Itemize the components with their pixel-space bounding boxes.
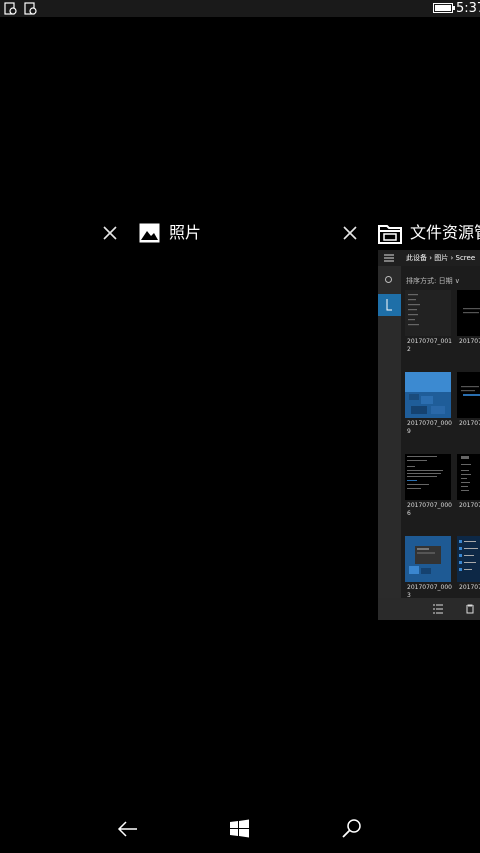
thumb-sidebar [378,266,401,620]
notification-icon [4,2,17,15]
file-caption: 2017070 5 [459,502,480,509]
thumb-command-bar [378,598,480,620]
breadcrumb: 此设备 › 图片 › Scree [406,254,476,262]
hamburger-icon [384,254,394,262]
close-app-button[interactable] [340,223,360,243]
app-title[interactable]: 照片 [169,223,201,243]
file-caption: 20170707_000 6 [407,502,452,517]
file-tile [405,536,451,582]
file-explorer-icon [378,222,402,248]
file-caption: 2017070 [459,338,480,345]
file-tile [457,372,480,418]
search-button[interactable] [337,814,367,844]
back-button[interactable] [113,814,143,844]
close-app-button[interactable] [100,223,120,243]
file-tile [405,454,451,500]
file-tile [405,290,451,336]
select-icon [433,604,443,614]
app-title[interactable]: 文件资源管 [410,223,480,243]
file-caption: 20170707_001 2 [407,338,452,353]
notification-icon [24,2,37,15]
recent-icon [385,276,392,283]
windows-icon [230,819,249,838]
clock: 5:37 [456,1,480,16]
file-caption: 2017070 8 [459,420,480,427]
delete-icon [466,604,474,614]
file-tile [405,372,451,418]
file-caption: 2017070 [459,584,480,591]
file-caption: 20170707_000 9 [407,420,452,435]
file-tile [457,454,480,500]
sidebar-item-this-device [378,294,401,316]
back-icon [117,821,137,837]
battery-icon [433,3,455,13]
file-tile [457,290,480,336]
thumb-top-bar: 此设备 › 图片 › Scree [378,250,480,266]
search-icon [342,819,361,838]
status-bar: 5:37 [0,0,480,17]
app-thumbnail-file-explorer[interactable]: 此设备 › 图片 › Scree 排序方式: 日期 ∨ 20170707_001… [378,250,480,620]
photos-icon [139,223,160,247]
sort-label: 排序方式: 日期 ∨ [406,277,460,285]
start-button[interactable] [225,814,255,844]
file-tile [457,536,480,582]
